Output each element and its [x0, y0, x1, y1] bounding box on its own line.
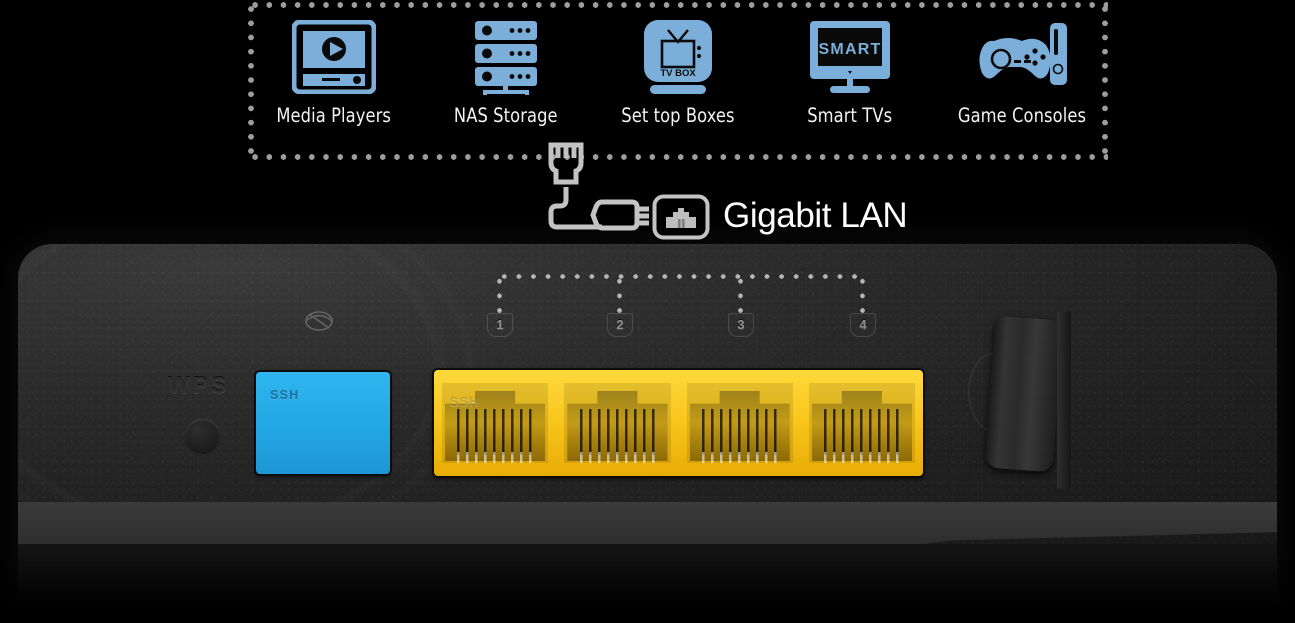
box-border-top — [248, 2, 1108, 8]
device-item-label: NAS Storage — [454, 104, 558, 127]
device-item-media-players: Media Players — [248, 16, 420, 127]
nas-storage-icon — [467, 16, 545, 98]
device-item-label: Media Players — [276, 104, 392, 127]
lan-port-pins — [701, 408, 778, 455]
ethernet-cable-icon — [538, 142, 656, 239]
device-item-smart-tvs: SMART Smart TVs — [764, 16, 936, 127]
router-base — [18, 544, 1277, 623]
lan-port-pins — [579, 408, 656, 455]
wan-port[interactable]: SSH — [256, 372, 390, 474]
lan-port-1[interactable]: SSH — [436, 379, 554, 467]
lan-port-pin-tips — [824, 452, 900, 463]
lan-port-pins — [824, 408, 900, 455]
router-side-edge — [1057, 311, 1071, 489]
lan-port-pin-tips — [457, 452, 533, 463]
lan-port-pin-tips — [579, 452, 656, 463]
wps-label: WPS — [168, 372, 230, 398]
game-console-icon — [974, 16, 1070, 98]
device-icon-row: Media Players NAS Storage TV BOX Set top… — [248, 16, 1108, 127]
smart-tv-icon: SMART — [808, 16, 892, 98]
lan-port-2[interactable] — [558, 379, 676, 467]
device-item-set-top-boxes: TV BOX Set top Boxes — [592, 16, 764, 127]
set-top-box-icon-text: TV BOX — [660, 68, 696, 79]
smart-tv-icon-text: SMART — [819, 41, 882, 58]
device-item-label: Smart TVs — [807, 104, 893, 127]
wan-port-mold-text: SSH — [270, 388, 300, 402]
lan-port-3[interactable] — [681, 379, 799, 467]
wps-button[interactable] — [186, 419, 219, 452]
media-player-icon — [292, 16, 376, 98]
lan-port-bank: SSH — [434, 370, 923, 476]
lan-port-mold-text: SSH — [450, 395, 480, 409]
lan-port-pins — [457, 408, 533, 455]
antenna-hinge[interactable] — [984, 315, 1064, 473]
globe-icon — [302, 308, 336, 334]
device-item-label: Game Consoles — [957, 104, 1087, 127]
device-item-label: Set top Boxes — [621, 104, 735, 127]
rj45-jack-icon — [652, 194, 710, 245]
supported-devices-box: Media Players NAS Storage TV BOX Set top… — [248, 2, 1108, 160]
lan-port-4[interactable] — [803, 379, 921, 467]
device-item-game-consoles: Game Consoles — [936, 16, 1108, 127]
gigabit-lan-label: Gigabit LAN — [723, 196, 908, 235]
lan-port-pin-tips — [701, 452, 778, 463]
scene: Media Players NAS Storage TV BOX Set top… — [0, 0, 1295, 623]
device-item-nas-storage: NAS Storage — [420, 16, 592, 127]
box-border-bottom — [248, 154, 1108, 160]
set-top-box-icon: TV BOX — [638, 16, 718, 98]
